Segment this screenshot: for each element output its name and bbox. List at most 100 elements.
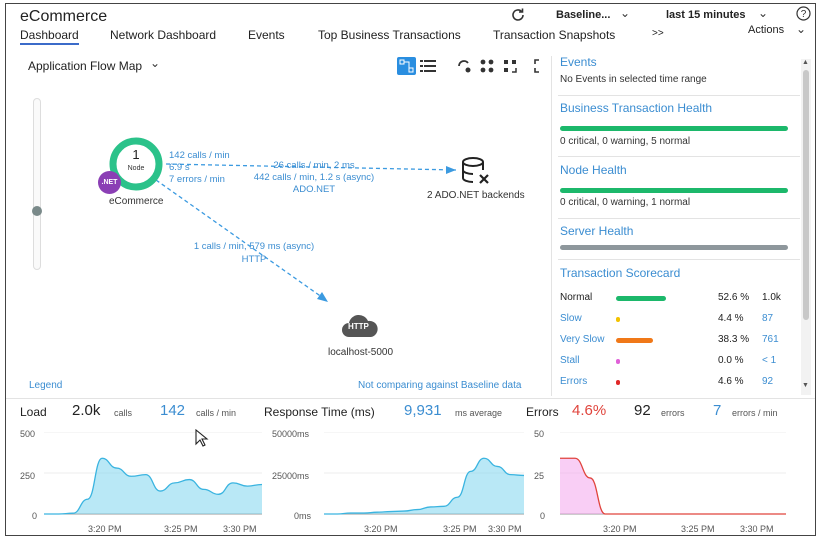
node-health-bar	[560, 188, 788, 193]
chart1-xtick: 3:25 PM	[164, 524, 198, 534]
bt-health-bar	[560, 126, 788, 131]
divider	[558, 218, 800, 219]
load-calls-unit: calls	[114, 408, 133, 418]
time-range-select[interactable]: last 15 minutes	[666, 9, 745, 21]
errors-chart[interactable]	[560, 432, 786, 522]
http-icon-label: HTTP	[348, 322, 369, 331]
scorecard-count[interactable]: 1.0k	[762, 292, 781, 303]
response-label: Response Time (ms)	[264, 405, 375, 419]
scorecard-label: Slow	[560, 313, 582, 324]
chart3-xtick: 3:25 PM	[681, 524, 715, 534]
load-label: Load	[20, 405, 47, 419]
database-icon[interactable]	[461, 156, 493, 191]
scorecard-bar	[616, 359, 620, 364]
divider	[558, 95, 800, 96]
node-count: 1	[132, 147, 140, 162]
scorecard-bar	[616, 296, 666, 301]
chart1-ymin: 0	[32, 511, 38, 521]
chart2-xtick: 3:25 PM	[443, 524, 477, 534]
chart3-xtick: 3:20 PM	[603, 524, 637, 534]
load-rate-unit: calls / min	[196, 408, 237, 418]
events-title[interactable]: Events	[560, 55, 597, 69]
scorecard-title[interactable]: Transaction Scorecard	[560, 266, 680, 280]
scorecard-label: Errors	[560, 376, 588, 387]
response-unit: ms average	[455, 408, 503, 418]
scorecard-count[interactable]: 761	[762, 334, 779, 345]
chart1-ymid: 250	[20, 471, 36, 481]
node-sub-label: Node	[127, 165, 145, 172]
panel-divider	[551, 56, 552, 396]
load-rate[interactable]: 142	[160, 402, 185, 419]
scroll-up-icon[interactable]: ▲	[802, 59, 809, 66]
mouse-cursor-icon	[195, 428, 209, 452]
response-value[interactable]: 9,931	[404, 402, 442, 419]
scorecard-bar	[616, 338, 653, 343]
node-health-text: 0 critical, 0 warning, 1 normal	[560, 197, 691, 208]
chart2-ymid: 25000ms	[272, 471, 310, 481]
http-node-name: localhost-5000	[328, 347, 394, 358]
events-text: No Events in selected time range	[560, 74, 707, 85]
chart2-xtick: 3:20 PM	[364, 524, 398, 534]
baseline-note: Not comparing against Baseline data	[358, 380, 522, 391]
chart3-ymin: 0	[540, 511, 546, 521]
scorecard-count[interactable]: 87	[762, 313, 773, 324]
server-health-bar	[560, 245, 788, 250]
scorecard-pct: 52.6 %	[718, 292, 750, 303]
chart2-ymax: 50000ms	[272, 429, 310, 439]
bt-health-text: 0 critical, 0 warning, 5 normal	[560, 136, 691, 147]
backend-edge-label[interactable]: 26 calls / min, 2 ms 442 calls / min, 1.…	[246, 160, 382, 196]
scorecard-count[interactable]: < 1	[762, 355, 776, 366]
scorecard-bar	[616, 317, 620, 322]
legend-link[interactable]: Legend	[29, 380, 62, 391]
errors-rate[interactable]: 7	[713, 402, 721, 419]
node-stats: 142 calls / min 6.9 s 7 errors / min	[169, 150, 230, 185]
scorecard-count[interactable]: 92	[762, 376, 773, 387]
dotnet-badge: .NET	[98, 171, 121, 194]
scorecard-label: Stall	[560, 355, 580, 366]
flow-map-canvas	[155, 163, 457, 302]
scorecard-pct: 38.3 %	[718, 334, 750, 345]
chart-area	[44, 458, 262, 514]
chevron-down-icon[interactable]: ⌄	[620, 6, 630, 20]
server-health-title[interactable]: Server Health	[560, 224, 633, 238]
divider	[558, 259, 800, 260]
chart1-xtick: 3:30 PM	[223, 524, 257, 534]
errors-count: 92	[634, 402, 651, 419]
divider	[6, 398, 815, 399]
chart1-ymax: 500	[20, 429, 36, 439]
chevron-down-icon[interactable]: ⌄	[758, 6, 768, 20]
baseline-select[interactable]: Baseline...	[556, 9, 610, 21]
scorecard-label: Very Slow	[560, 334, 605, 345]
actions-menu[interactable]: Actions	[748, 24, 784, 36]
bt-health-title[interactable]: Business Transaction Health	[560, 101, 712, 115]
errors-count-unit: errors	[661, 408, 685, 418]
load-chart[interactable]	[44, 432, 262, 522]
errors-rate-unit: errors / min	[732, 408, 778, 418]
errors-label: Errors	[526, 405, 559, 419]
errors-pct[interactable]: 4.6%	[572, 402, 606, 419]
scorecard-label: Normal	[560, 292, 593, 303]
node-health-title[interactable]: Node Health	[560, 163, 627, 177]
chart1-xtick: 3:20 PM	[88, 524, 122, 534]
chart3-ymid: 25	[534, 471, 545, 481]
chart-area	[324, 458, 524, 514]
svg-text:?: ?	[801, 9, 807, 20]
chart2-ymin: 0ms	[294, 511, 312, 521]
chart3-ymax: 50	[534, 429, 545, 439]
chevron-down-icon[interactable]: ⌄	[796, 22, 806, 36]
scroll-down-icon[interactable]: ▼	[802, 382, 809, 389]
response-time-chart[interactable]	[324, 432, 524, 522]
chart3-xtick: 3:30 PM	[740, 524, 774, 534]
more-tabs-button[interactable]: >>	[652, 28, 664, 39]
scorecard-pct: 4.4 %	[718, 313, 744, 324]
scorecard-pct: 0.0 %	[718, 355, 744, 366]
http-edge-label[interactable]: 1 calls / min, 579 ms (async) HTTP	[186, 240, 322, 266]
node-name: eCommerce	[109, 196, 164, 207]
divider	[558, 156, 800, 157]
scorecard-pct: 4.6 %	[718, 376, 744, 387]
app-window: eCommerce Dashboard Network Dashboard Ev…	[5, 3, 816, 536]
scrollbar-thumb[interactable]	[803, 70, 809, 320]
load-calls: 2.0k	[72, 402, 101, 419]
scorecard-bar	[616, 380, 620, 385]
backend-name: 2 ADO.NET backends	[427, 190, 525, 201]
